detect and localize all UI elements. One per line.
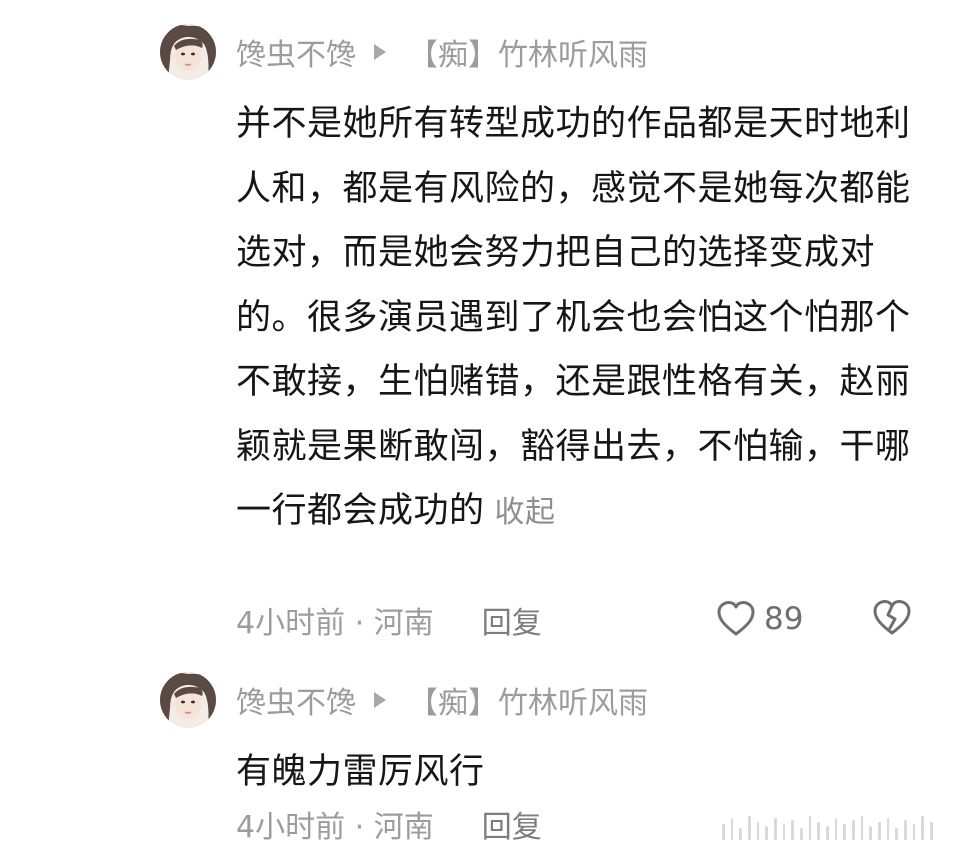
watermark-bar — [852, 820, 855, 840]
watermark-bar — [748, 816, 751, 840]
author-name[interactable]: 馋虫不馋 — [236, 30, 356, 74]
watermark-bar — [887, 818, 889, 840]
comment-body: 有魄力雷厉风行 — [236, 740, 926, 805]
watermark-bar — [765, 826, 768, 840]
watermark-bar — [757, 822, 759, 840]
like-button[interactable]: 89 — [716, 600, 803, 638]
reply-target-name[interactable]: 【痴】竹林听风雨 — [408, 678, 648, 722]
reply-button[interactable]: 回复 — [482, 802, 542, 846]
avatar-portrait-icon — [160, 672, 216, 728]
broken-heart-icon — [873, 600, 911, 635]
comment-body: 并不是她所有转型成功的作品都是天时地利人和，都是有风险的，感觉不是她每次都能选对… — [236, 92, 926, 546]
watermark-bar — [843, 824, 846, 840]
author-name[interactable]: 馋虫不馋 — [236, 678, 356, 722]
comment-footer: 4小时前 · 河南 回复 89 — [236, 596, 926, 644]
heart-outline-icon — [717, 601, 755, 636]
watermark-bar — [921, 816, 924, 840]
avatar[interactable] — [160, 24, 216, 80]
watermark-bar — [722, 824, 725, 840]
watermark-bar — [774, 818, 777, 840]
avatar-portrait-icon — [160, 24, 216, 80]
watermark-bar — [913, 824, 915, 840]
watermark-bar — [800, 828, 803, 840]
avatar[interactable] — [160, 672, 216, 728]
comment-text: 并不是她所有转型成功的作品都是天时地利人和，都是有风险的，感觉不是她每次都能选对… — [236, 104, 911, 531]
barcode-watermark-icon — [722, 810, 952, 840]
watermark-bar — [904, 820, 907, 840]
collapse-link[interactable]: 收起 — [495, 495, 556, 530]
watermark-bar — [861, 816, 863, 840]
time-location: 4小时前 · 河南 — [236, 606, 434, 641]
watermark-bar — [826, 826, 829, 840]
comment-meta: 馋虫不馋 【痴】竹林听风雨 — [236, 678, 648, 722]
comment-text: 有魄力雷厉风行 — [236, 752, 485, 792]
comment-meta: 馋虫不馋 【痴】竹林听风雨 — [236, 30, 648, 74]
watermark-bar — [895, 828, 898, 840]
play-triangle-icon — [374, 692, 386, 708]
watermark-bar — [739, 828, 742, 840]
watermark-bar — [809, 816, 811, 840]
watermark-bar — [869, 826, 872, 840]
watermark-bar — [731, 818, 733, 840]
reply-button[interactable]: 回复 — [482, 598, 542, 642]
watermark-bar — [930, 822, 933, 840]
reply-target-name[interactable]: 【痴】竹林听风雨 — [408, 30, 648, 74]
dislike-button[interactable] — [872, 598, 912, 646]
play-triangle-icon — [374, 44, 386, 60]
like-count: 89 — [764, 601, 804, 637]
watermark-bar — [817, 822, 820, 840]
time-location: 4小时前 · 河南 — [236, 810, 434, 845]
watermark-bar — [791, 820, 794, 840]
watermark-bar — [835, 818, 837, 840]
watermark-bar — [878, 822, 881, 840]
watermark-bar — [783, 824, 785, 840]
